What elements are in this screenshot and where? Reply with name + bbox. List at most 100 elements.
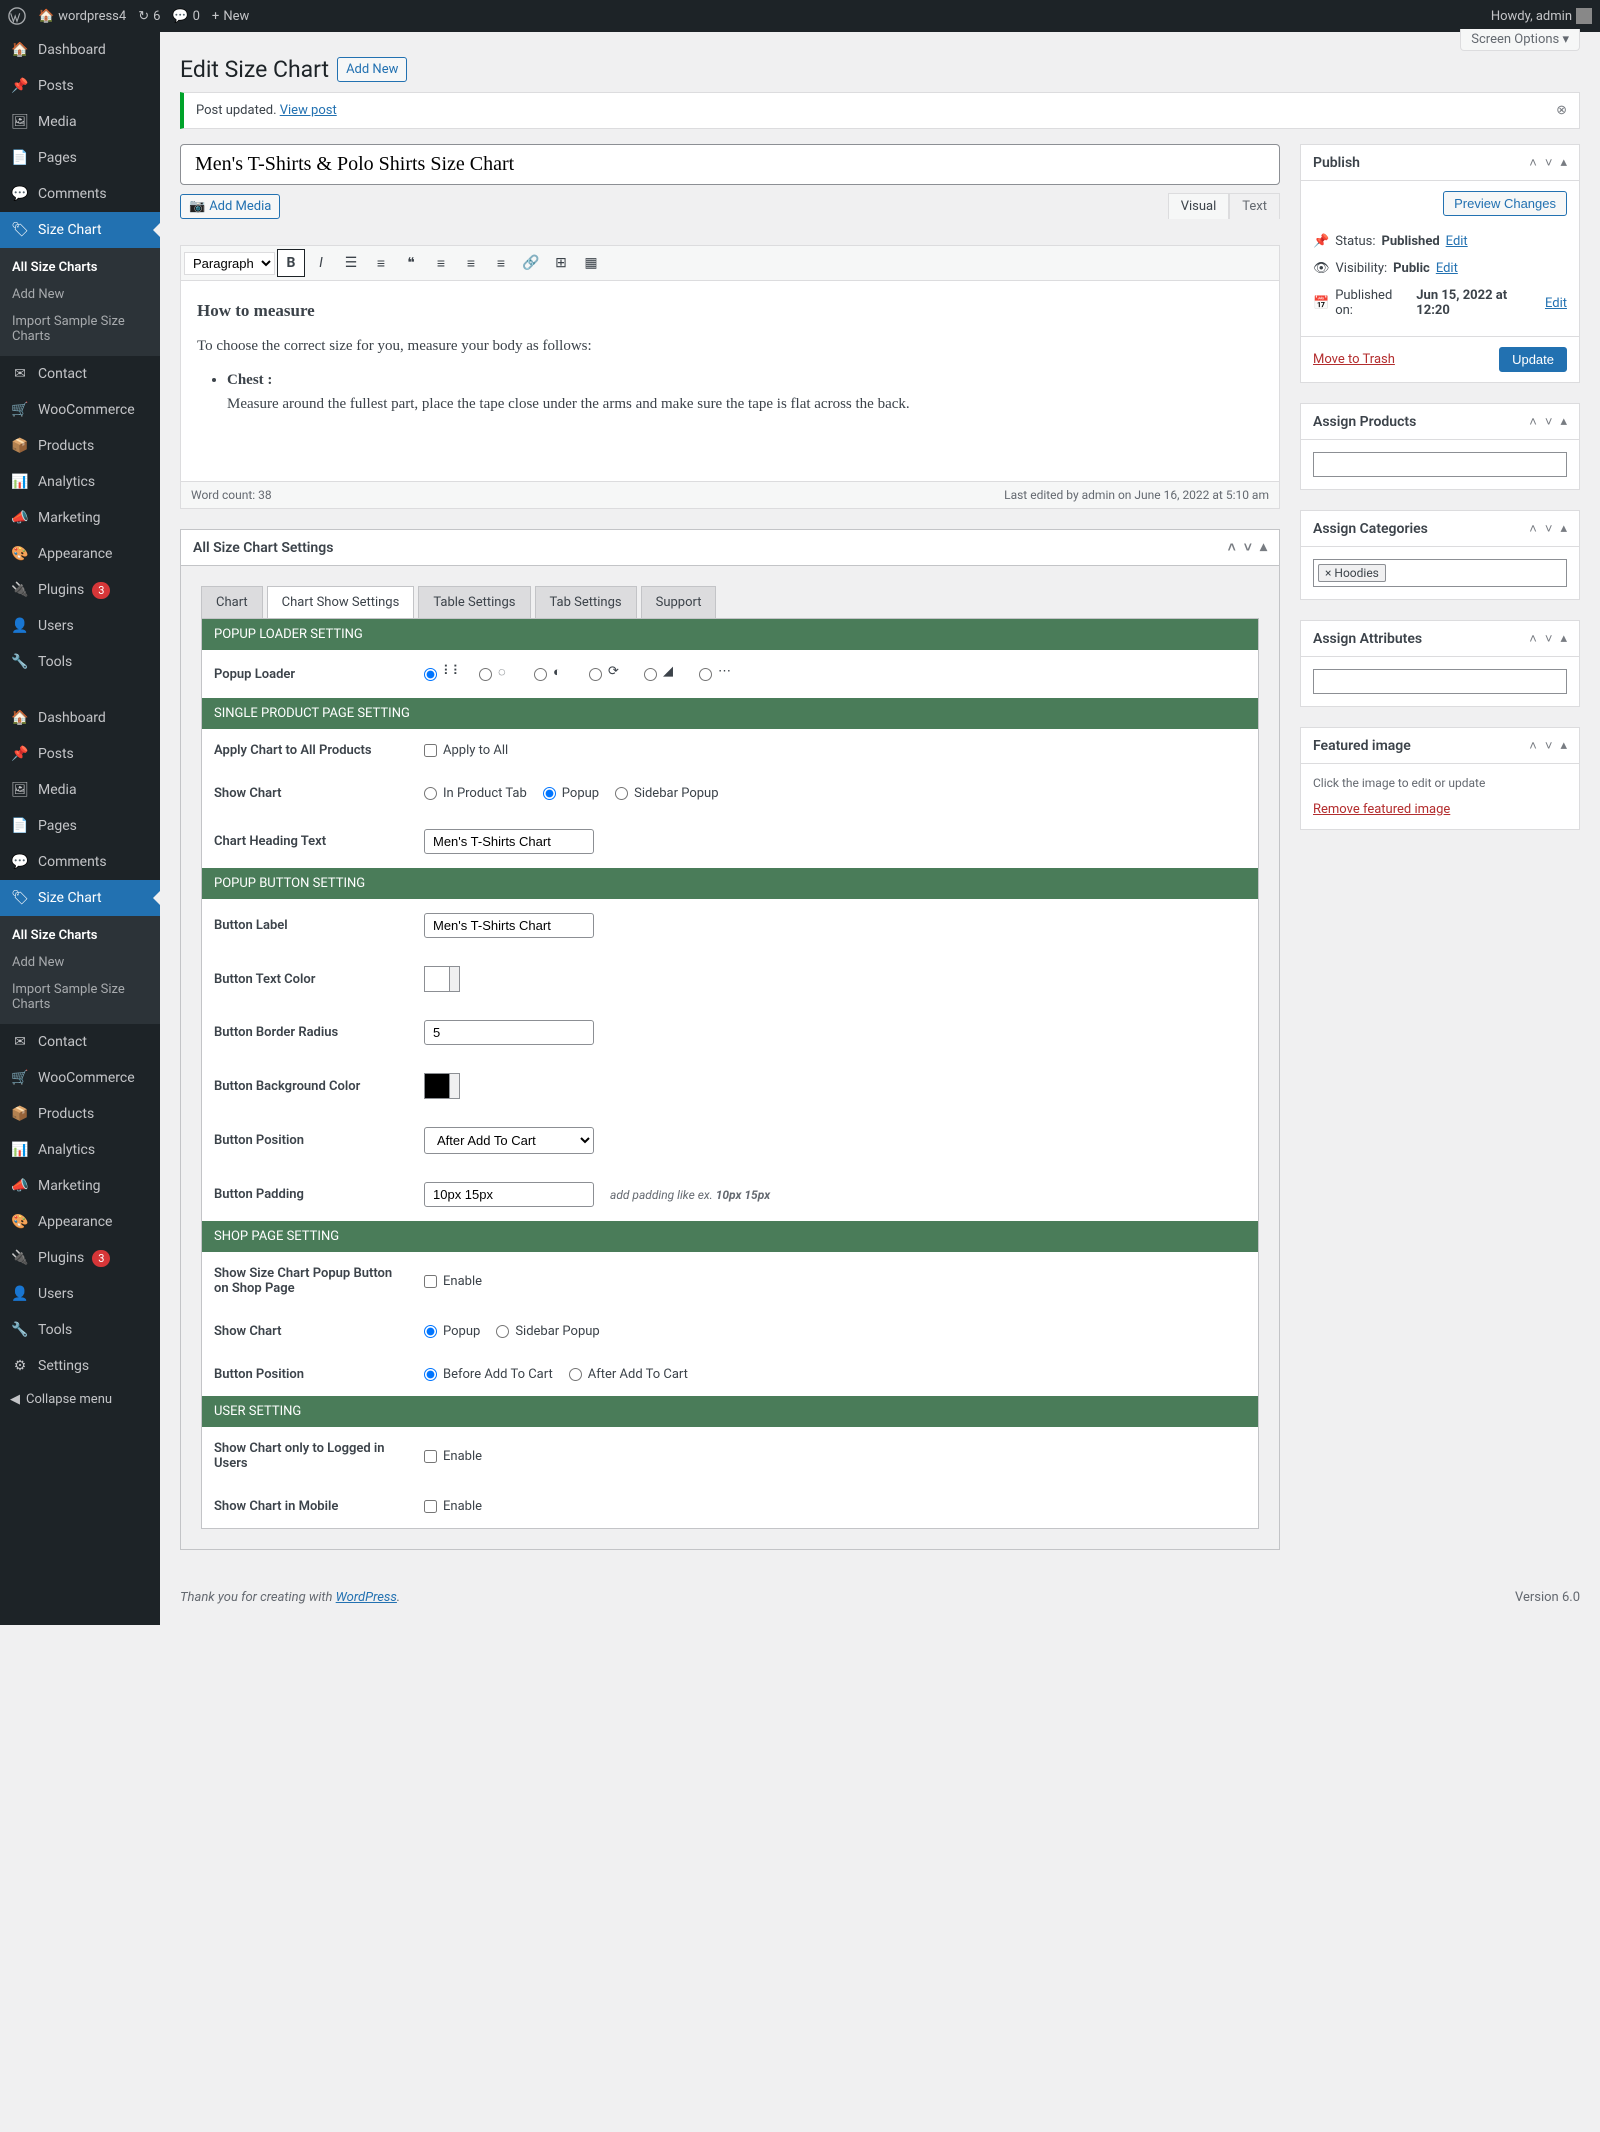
remove-featured-link[interactable]: Remove featured image [1313, 802, 1450, 817]
sidebar-item-tools[interactable]: 🔧Tools [0, 1312, 160, 1348]
italic-button[interactable]: I [307, 249, 335, 277]
apply-all-checkbox[interactable]: Apply to All [424, 743, 508, 758]
assign-products-input[interactable] [1313, 452, 1567, 477]
sidebar-item-contact[interactable]: ✉Contact [0, 356, 160, 392]
sidebar-item-analytics[interactable]: 📊Analytics [0, 464, 160, 500]
sidebar-item-analytics[interactable]: 📊Analytics [0, 1132, 160, 1168]
shop-before-radio[interactable]: Before Add To Cart [424, 1367, 553, 1382]
text-tab[interactable]: Text [1229, 193, 1280, 219]
category-tag[interactable]: × Hoodies [1318, 564, 1386, 582]
toggle-icon[interactable]: ▴ [1260, 539, 1267, 556]
loader-opt-2[interactable]: ◌ [479, 664, 518, 684]
loader-opt-4[interactable]: ⟳ [589, 664, 628, 684]
wp-logo-icon[interactable] [8, 7, 26, 25]
submenu-item[interactable]: Add New [0, 949, 160, 976]
sidebar-item-media[interactable]: 🖼Media [0, 772, 160, 808]
sidebar-item-pages[interactable]: 📄Pages [0, 808, 160, 844]
align-right-button[interactable]: ≡ [487, 249, 515, 277]
tab-chart-show-settings[interactable]: Chart Show Settings [267, 586, 415, 618]
loader-opt-6[interactable]: ⋯ [699, 664, 738, 684]
submenu-item[interactable]: All Size Charts [0, 922, 160, 949]
align-center-button[interactable]: ≡ [457, 249, 485, 277]
sidebar-item-posts[interactable]: 📌Posts [0, 68, 160, 104]
sidebar-item-woocommerce[interactable]: 🛒WooCommerce [0, 392, 160, 428]
sidebar-item-media[interactable]: 🖼Media [0, 104, 160, 140]
sidebar-item-posts[interactable]: 📌Posts [0, 736, 160, 772]
wordpress-link[interactable]: WordPress [336, 1590, 397, 1605]
collapse-menu[interactable]: ◀ Collapse menu [0, 1384, 160, 1415]
toggle-icon[interactable]: ▴ [1560, 155, 1567, 171]
add-media-button[interactable]: 📷 Add Media [180, 194, 280, 219]
edit-status-link[interactable]: Edit [1446, 234, 1468, 249]
tab-chart[interactable]: Chart [201, 586, 263, 618]
new-link[interactable]: + New [212, 9, 249, 24]
button-label-input[interactable] [424, 913, 594, 938]
sidebar-item-comments[interactable]: 💬Comments [0, 844, 160, 880]
text-color-picker[interactable] [424, 966, 460, 992]
sidebar-item-pages[interactable]: 📄Pages [0, 140, 160, 176]
up-icon[interactable]: ˄ [1529, 155, 1537, 171]
chart-heading-input[interactable] [424, 829, 594, 854]
border-radius-input[interactable] [424, 1020, 594, 1045]
assign-attributes-input[interactable] [1313, 669, 1567, 694]
dismiss-notice-icon[interactable]: ⊗ [1556, 103, 1567, 118]
edit-visibility-link[interactable]: Edit [1436, 261, 1458, 276]
sidebar-item-dashboard[interactable]: 🏠Dashboard [0, 32, 160, 68]
submenu-item[interactable]: Import Sample Size Charts [0, 976, 160, 1018]
toolbar-toggle-button[interactable]: ▦ [577, 249, 605, 277]
sidebar-item-users[interactable]: 👤Users [0, 608, 160, 644]
loader-opt-3[interactable]: ◐ [534, 664, 573, 684]
ol-button[interactable]: ≡ [367, 249, 395, 277]
sidebar-item-tools[interactable]: 🔧Tools [0, 644, 160, 680]
submenu-item[interactable]: All Size Charts [0, 254, 160, 281]
down-icon[interactable]: ˅ [1545, 155, 1553, 171]
move-to-trash-link[interactable]: Move to Trash [1313, 352, 1395, 367]
view-post-link[interactable]: View post [280, 103, 337, 118]
button-position-select[interactable]: After Add To Cart [424, 1127, 594, 1154]
screen-options-button[interactable]: Screen Options ▾ [1460, 29, 1580, 51]
shop-after-radio[interactable]: After Add To Cart [569, 1367, 688, 1382]
down-icon[interactable]: ˅ [1244, 539, 1252, 556]
add-new-button[interactable]: Add New [337, 57, 407, 82]
align-left-button[interactable]: ≡ [427, 249, 455, 277]
howdy-link[interactable]: Howdy, admin [1491, 8, 1592, 24]
link-button[interactable]: 🔗 [517, 249, 545, 277]
show-popup-radio[interactable]: Popup [543, 786, 599, 801]
submenu-item[interactable]: Add New [0, 281, 160, 308]
more-button[interactable]: ⊞ [547, 249, 575, 277]
site-link[interactable]: 🏠 wordpress4 [38, 9, 126, 24]
sidebar-item-products[interactable]: 📦Products [0, 428, 160, 464]
editor-content[interactable]: How to measure To choose the correct siz… [181, 281, 1279, 481]
comments-link[interactable]: 💬 0 [172, 9, 200, 24]
tab-tab-settings[interactable]: Tab Settings [535, 586, 637, 618]
shop-sidebar-radio[interactable]: Sidebar Popup [496, 1324, 599, 1339]
sidebar-item-marketing[interactable]: 📣Marketing [0, 1168, 160, 1204]
ul-button[interactable]: ☰ [337, 249, 365, 277]
sidebar-item-size-chart[interactable]: 🏷Size Chart [0, 212, 160, 248]
show-tab-radio[interactable]: In Product Tab [424, 786, 527, 801]
logged-checkbox[interactable]: Enable [424, 1449, 482, 1464]
bold-button[interactable]: B [277, 249, 305, 277]
tab-support[interactable]: Support [641, 586, 717, 618]
sidebar-item-size-chart[interactable]: 🏷Size Chart [0, 880, 160, 916]
padding-input[interactable] [424, 1182, 594, 1207]
sidebar-item-products[interactable]: 📦Products [0, 1096, 160, 1132]
format-select[interactable]: Paragraph [184, 252, 275, 275]
sidebar-item-woocommerce[interactable]: 🛒WooCommerce [0, 1060, 160, 1096]
sidebar-item-comments[interactable]: 💬Comments [0, 176, 160, 212]
edit-date-link[interactable]: Edit [1545, 296, 1567, 311]
loader-opt-1[interactable]: ⠇⠇ [424, 664, 463, 684]
loader-opt-5[interactable]: ◢ [644, 664, 683, 684]
sidebar-item-users[interactable]: 👤Users [0, 1276, 160, 1312]
tab-table-settings[interactable]: Table Settings [418, 586, 530, 618]
sidebar-item-marketing[interactable]: 📣Marketing [0, 500, 160, 536]
shop-popup-radio[interactable]: Popup [424, 1324, 480, 1339]
update-button[interactable]: Update [1499, 347, 1567, 372]
updates-link[interactable]: ↻ 6 [138, 9, 160, 24]
sidebar-item-settings[interactable]: ⚙Settings [0, 1348, 160, 1384]
up-icon[interactable]: ˄ [1228, 539, 1236, 556]
sidebar-item-plugins[interactable]: 🔌Plugins3 [0, 572, 160, 608]
post-title-input[interactable] [180, 144, 1280, 185]
show-sidebar-radio[interactable]: Sidebar Popup [615, 786, 718, 801]
shop-enable-checkbox[interactable]: Enable [424, 1274, 482, 1289]
